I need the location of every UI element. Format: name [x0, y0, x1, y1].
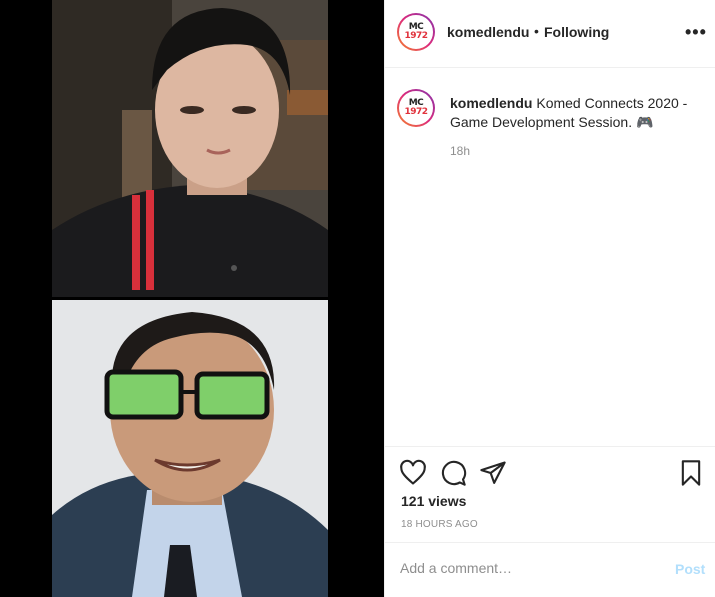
video-participant-top	[52, 0, 328, 297]
avatar[interactable]: MC 1972	[397, 13, 435, 51]
video-participant-bottom	[52, 300, 328, 597]
bookmark-icon[interactable]	[677, 459, 705, 487]
participant-young-man	[52, 0, 328, 297]
post-timestamp[interactable]: 18 HOURS AGO	[401, 519, 478, 530]
video-player[interactable]	[0, 0, 384, 597]
comment-icon[interactable]	[439, 459, 467, 487]
post-comment-button[interactable]: Post	[675, 561, 705, 577]
caption-timestamp[interactable]: 18h	[450, 144, 470, 158]
post-header: MC 1972 komedlendu • Following •••	[385, 0, 715, 68]
separator-dot: •	[534, 23, 539, 39]
post-panel: MC 1972 komedlendu • Following ••• MC 1972…	[384, 0, 715, 597]
participant-man-glasses	[52, 300, 328, 597]
share-icon[interactable]	[479, 459, 507, 487]
caption-username-link[interactable]: komedlendu	[450, 95, 532, 111]
profile-logo: MC 1972	[404, 98, 428, 117]
comment-input[interactable]	[400, 560, 650, 576]
following-button[interactable]: Following	[544, 24, 609, 40]
username-link[interactable]: komedlendu	[447, 24, 529, 40]
heart-icon[interactable]	[399, 459, 427, 487]
profile-logo: MC 1972	[404, 22, 428, 41]
post-caption: komedlendu Komed Connects 2020 - Game De…	[450, 94, 705, 132]
comment-form: Post	[385, 542, 715, 597]
view-count[interactable]: 121 views	[401, 493, 466, 509]
more-icon[interactable]: •••	[685, 22, 707, 43]
post-actions: 121 views 18 HOURS AGO Post	[385, 446, 715, 596]
caption-avatar[interactable]: MC 1972	[397, 89, 435, 127]
